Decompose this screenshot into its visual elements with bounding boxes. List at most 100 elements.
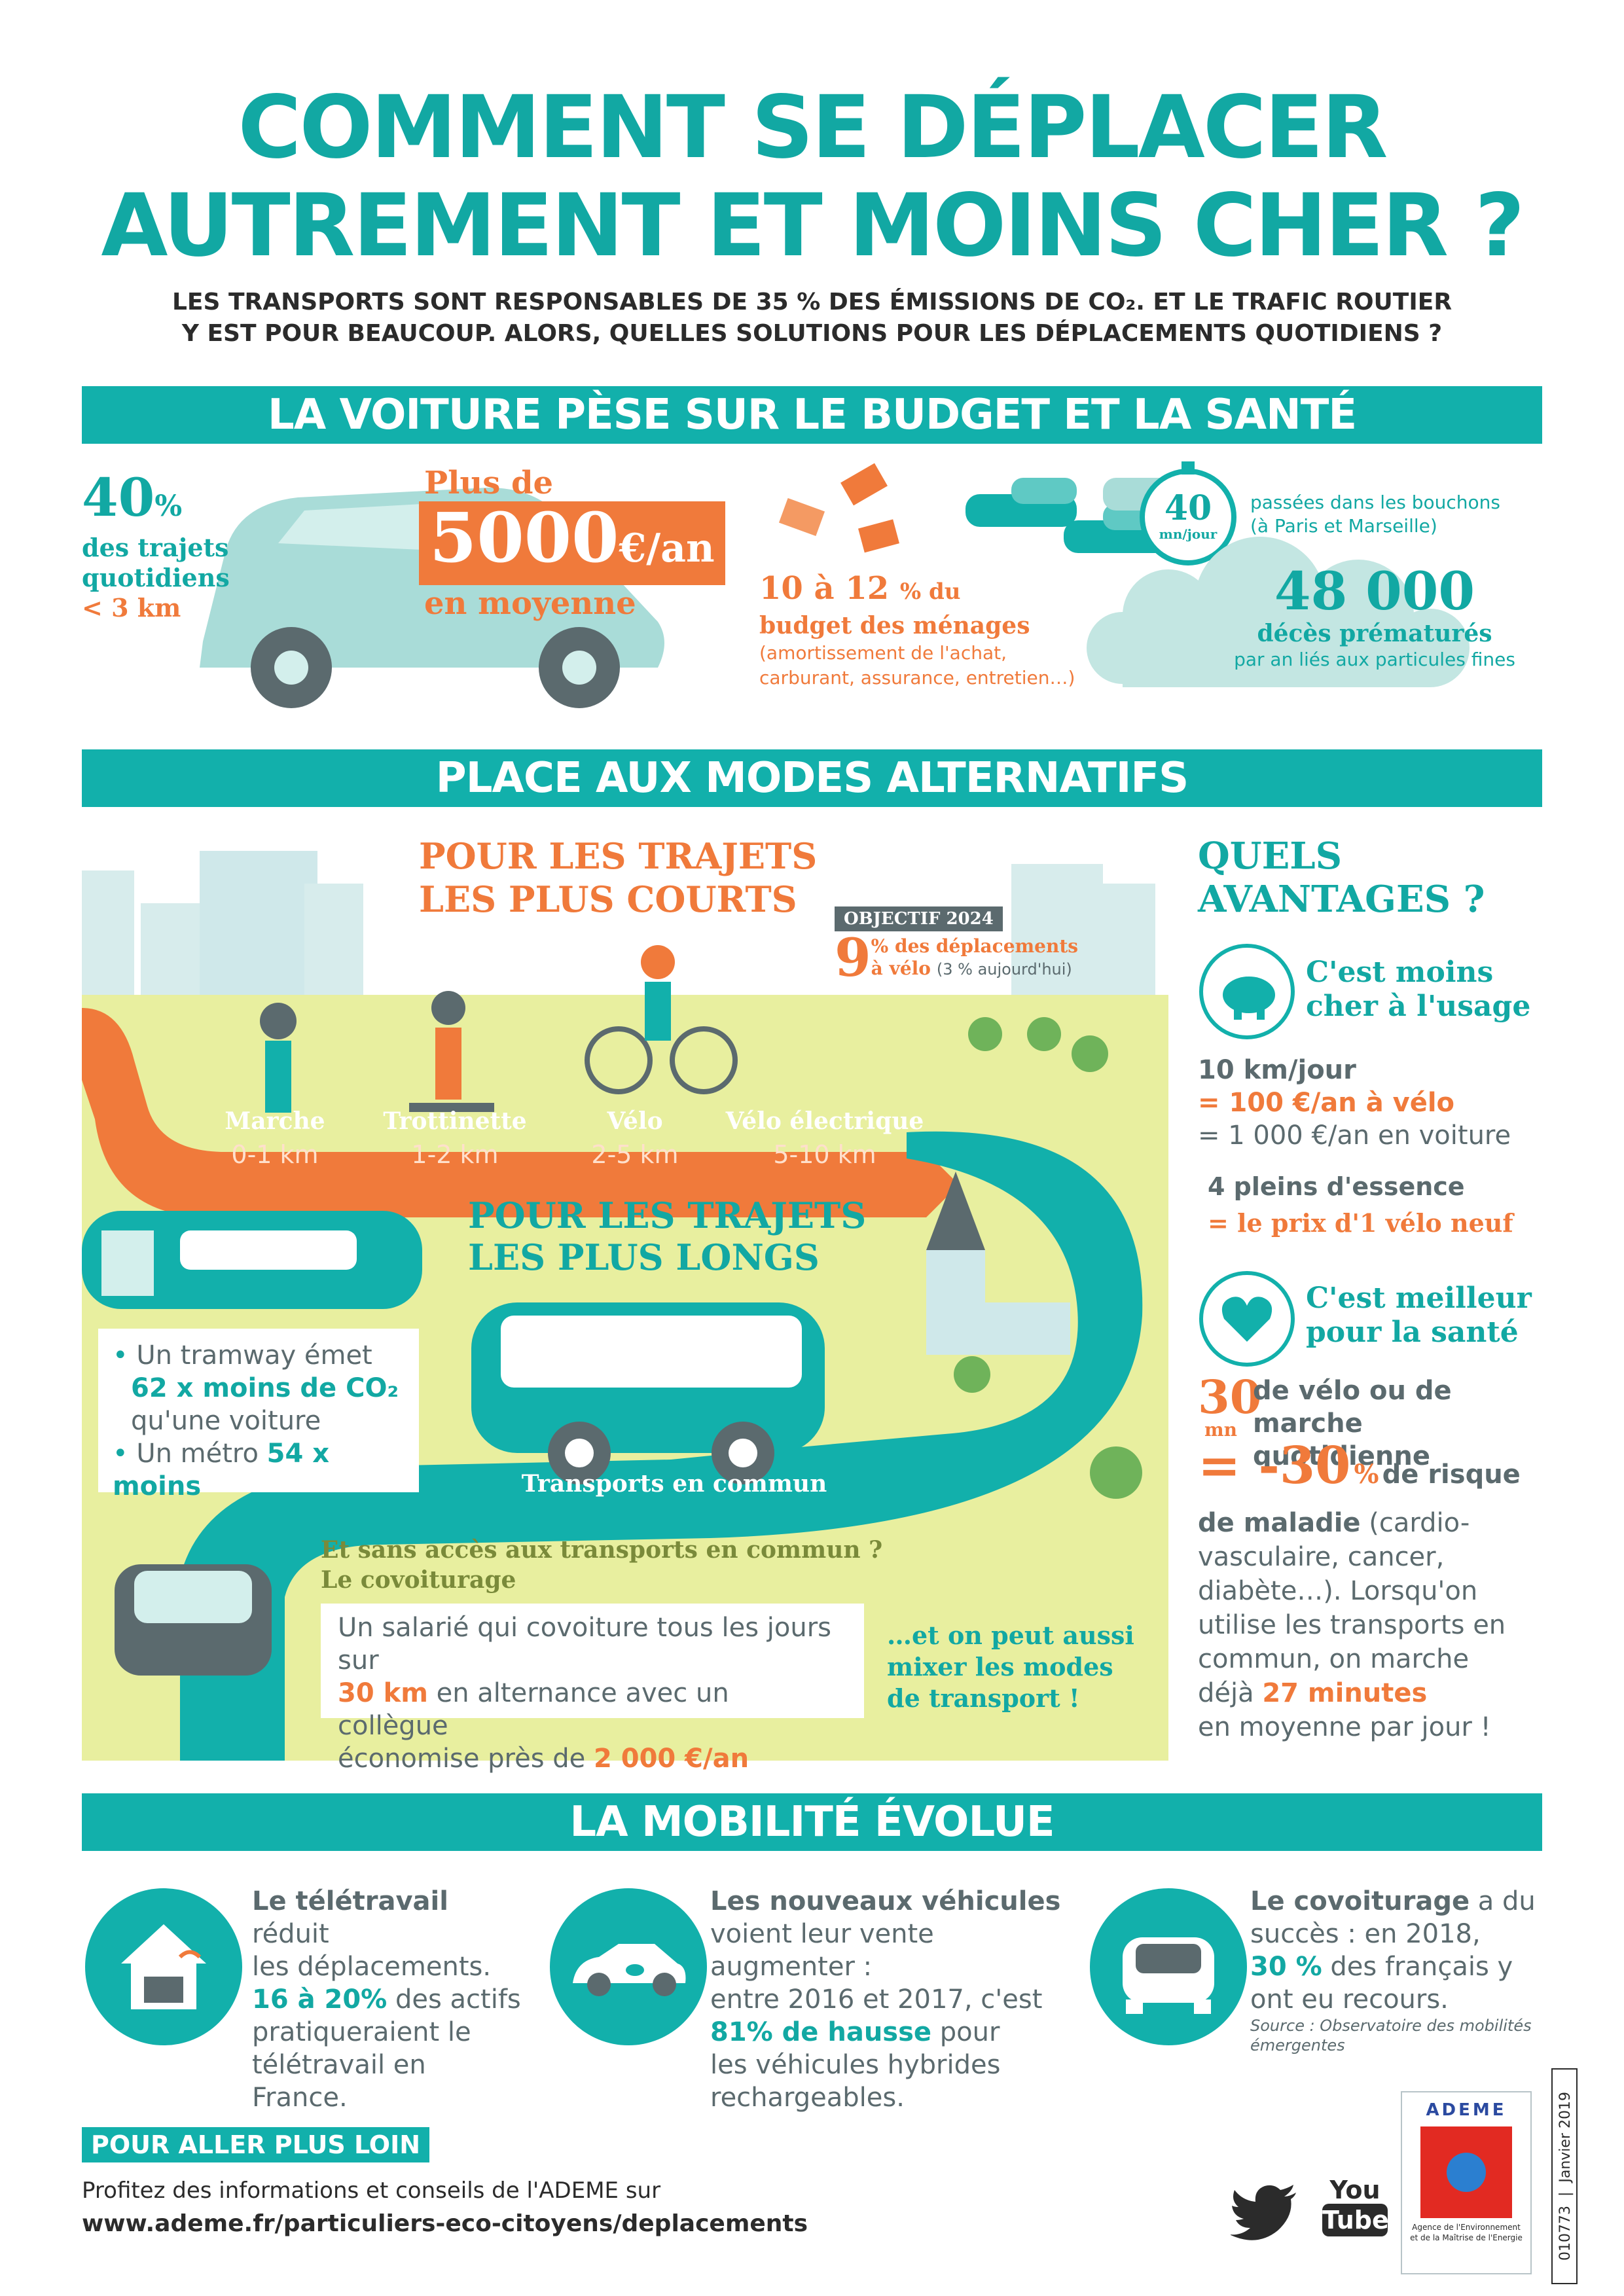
disease-text-1: (cardio- [1369, 1508, 1470, 1538]
trips-stat: 40% des trajets quotidiens < 3 km [82, 471, 265, 623]
trips-value: 40 [82, 467, 155, 528]
tram-line-2: 62 x moins de CO₂ [131, 1373, 399, 1403]
carpool-question: Et sans accès aux transports en commun ?… [321, 1535, 882, 1595]
ademe-globe-icon [1420, 2126, 1512, 2218]
youtube-text-1: You [1329, 2176, 1380, 2204]
advantages-title: QUELS AVANTAGES ? [1198, 834, 1485, 921]
mix-3: de transport ! [887, 1683, 1080, 1713]
mix-modes-text: …et on peut aussi mixer les modes de tra… [887, 1620, 1134, 1714]
carpool-q-1: Et sans accès aux transports en commun ? [321, 1536, 883, 1564]
ademe-sub-2: et de la Maîtrise de l'Energie [1410, 2233, 1523, 2242]
risk-stat: = -30 % de risque de maladie (cardio- va… [1198, 1440, 1538, 1744]
reference-date: Janvier 2019 [1557, 2092, 1574, 2183]
advantages-title-1: QUELS [1198, 834, 1343, 878]
short-title-2: LES PLUS COURTS [419, 878, 797, 920]
section-budget-title: LA VOITURE PÈSE SUR LE BUDGET ET LA SANT… [82, 386, 1542, 444]
ademe-url[interactable]: www.ademe.fr/particuliers-eco-citoyens/d… [82, 2209, 808, 2239]
fuel-line: 4 pleins d'essence [1208, 1172, 1465, 1201]
intro-line-1: LES TRANSPORTS SONT RESPONSABLES DE 35 %… [171, 289, 1453, 315]
piggy-bank-icon [1199, 944, 1295, 1039]
trips-unit: % [154, 490, 183, 523]
carpool-car-icon [1090, 1888, 1247, 2045]
carpool-q-2: Le covoiturage [321, 1566, 516, 1594]
col2-hl: 81% de hausse [710, 2017, 932, 2047]
col1-c: des actifs [395, 1984, 521, 2015]
trips-text-1: des trajets [82, 533, 229, 562]
health-1: C'est meilleur [1306, 1282, 1532, 1315]
trips-text-3: < 3 km [82, 593, 181, 622]
objective-text-3: (3 % aujourd'hui) [936, 960, 1072, 978]
cost-unit: €/an [619, 526, 715, 571]
carpool-box-2a: 30 km [338, 1678, 428, 1708]
mix-2: mixer les modes [887, 1652, 1113, 1681]
reference-code: 010773 [1557, 2206, 1574, 2261]
traffic-text-1: passées dans les bouchons [1250, 492, 1500, 513]
intro-text: LES TRANSPORTS SONT RESPONSABLES DE 35 %… [0, 287, 1624, 350]
twitter-icon[interactable] [1231, 2179, 1303, 2245]
more-text: Profitez des informations et conseils de… [82, 2178, 661, 2204]
cheaper-heading: C'est moins cher à l'usage [1306, 956, 1530, 1024]
deaths-value: 48 000 [1274, 560, 1475, 622]
cheap-1: C'est moins [1306, 956, 1494, 989]
disease-text-7: en moyenne par jour ! [1198, 1712, 1491, 1742]
bus-label: Transports en commun [521, 1470, 827, 1498]
risk-value: = -30 [1198, 1436, 1351, 1496]
objective-text-1: % des déplacements [871, 935, 1079, 957]
mode-velo-electrique: Vélo électrique 5-10 km [717, 1105, 933, 1172]
ademe-logo: ADEME Agence de l'Environnement et de la… [1401, 2091, 1532, 2274]
mix-1: …et on peut aussi [887, 1621, 1134, 1650]
carpool-box-3a: économise près de [338, 1744, 586, 1774]
metro-prefix: Un métro [136, 1439, 259, 1469]
budget-detail-2: carburant, assurance, entretien…) [759, 667, 1075, 689]
tram-illustration [82, 1211, 422, 1309]
col3-d: ont eu recours. [1250, 1984, 1449, 2015]
disease-text-6b: 27 minutes [1262, 1678, 1428, 1708]
mode-marche: Marche 0-1 km [200, 1105, 350, 1172]
long-trips-title: POUR LES TRAJETS LES PLUS LONGS [468, 1194, 866, 1278]
long-title-1: POUR LES TRAJETS [468, 1194, 867, 1236]
deaths-text-1: décès prématurés [1257, 620, 1492, 647]
col1-a: réduit [252, 1919, 329, 1949]
cost-suffix: en moyenne [424, 585, 636, 622]
youtube-icon[interactable]: You Tube [1322, 2176, 1389, 2236]
mode-name: Trottinette [383, 1107, 527, 1135]
col2-bold: Les nouveaux véhicules [710, 1886, 1061, 1916]
col2-b: entre 2016 et 2017, c'est [710, 1984, 1043, 2015]
disease-text-3: diabète…). Lorsqu'on [1198, 1576, 1478, 1606]
telework-text: Le télétravail réduit les déplacements. … [252, 1885, 527, 2114]
source-1: Source : Observatoire des mobilités [1250, 2017, 1532, 2035]
youtube-text-2: Tube [1322, 2204, 1389, 2236]
section-alternatives-title: PLACE AUX MODES ALTERNATIFS [82, 749, 1542, 807]
tram-line-3: qu'une voiture [131, 1406, 321, 1436]
carpool-success-text: Le covoiturage a du succès : en 2018, 30… [1250, 1885, 1551, 2055]
minutes-value: 30 [1198, 1370, 1262, 1424]
carpool-box-1: Un salarié qui covoiture tous les jours … [338, 1613, 831, 1676]
advantages-title-2: AVANTAGES ? [1198, 878, 1485, 921]
objective-text-2: à vélo [871, 958, 931, 979]
budget-detail-1: (amortissement de l'achat, [759, 642, 1007, 664]
heart-icon [1199, 1271, 1295, 1367]
mode-velo: Vélo 2-5 km [560, 1105, 710, 1172]
col2-d: les véhicules hybrides [710, 2050, 1001, 2080]
col3-hl: 30 % [1250, 1952, 1322, 1982]
disease-text-6a: déjà [1198, 1678, 1254, 1708]
tram-line-1: Un tramway émet [136, 1340, 372, 1371]
home-wifi-icon [85, 1888, 242, 2045]
objective-2024: OBJECTIF 2024 9 % des déplacements à vél… [835, 906, 1110, 984]
reference-tag: 010773 | Janvier 2019 [1551, 2068, 1578, 2284]
col1-bold: Le télétravail [252, 1886, 448, 1916]
traffic-text-2: (à Paris et Marseille) [1250, 515, 1437, 537]
new-vehicles-text: Les nouveaux véhicules voient leur vente… [710, 1885, 1077, 2114]
col1-hl: 16 à 20% [252, 1984, 388, 2015]
mode-range: 2-5 km [591, 1140, 679, 1169]
disease-bold: de maladie [1198, 1508, 1361, 1538]
euro-bill-icon [778, 463, 899, 553]
budget-text: budget des ménages [759, 612, 1030, 639]
disease-text-5: commun, on marche [1198, 1644, 1470, 1674]
fuel-eq: = le prix d'1 vélo neuf [1208, 1208, 1513, 1238]
deaths-stat: 48 000 décès prématurés par an liés aux … [1211, 563, 1538, 672]
mode-range: 5-10 km [773, 1140, 876, 1169]
budget-stat: 10 à 12 % du budget des ménages (amortis… [759, 569, 1126, 691]
col1-b: les déplacements. [252, 1952, 492, 1982]
km-line: 10 km/jour [1198, 1055, 1356, 1085]
